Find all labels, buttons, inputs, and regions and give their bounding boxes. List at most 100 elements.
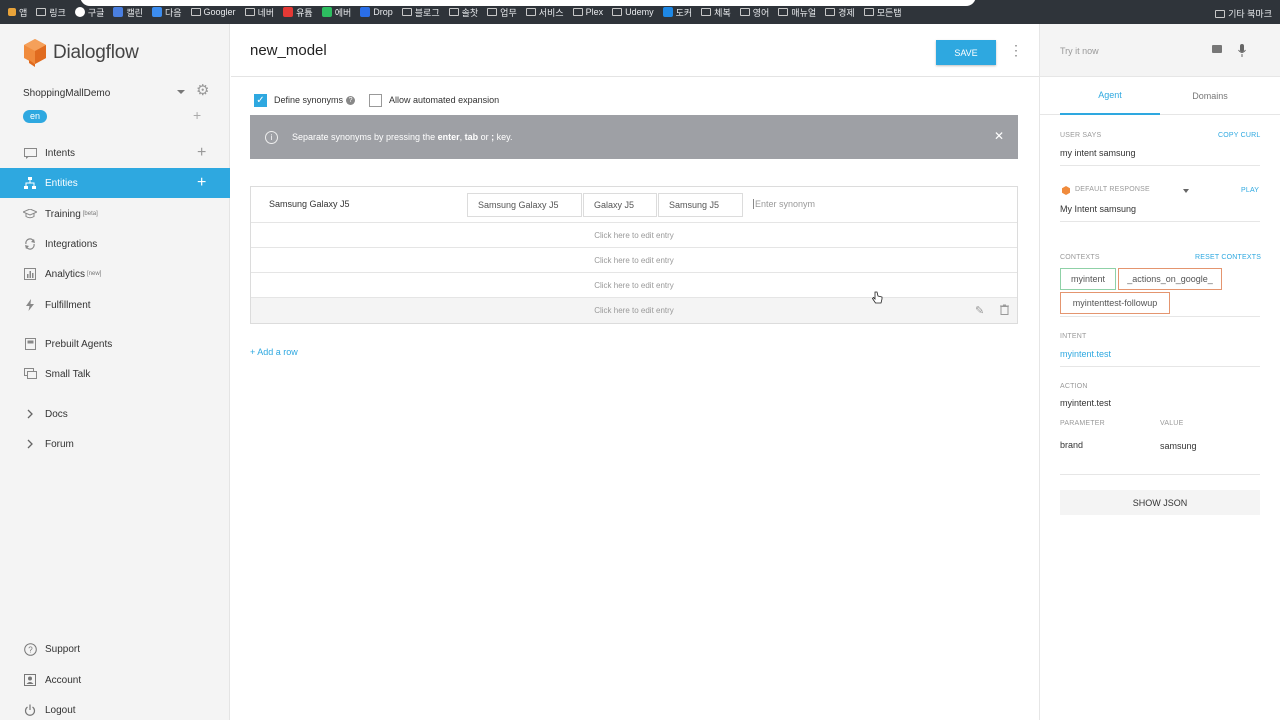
pencil-icon[interactable]: ✎	[975, 304, 984, 317]
sidebar-item-training[interactable]: Training [beta]	[0, 199, 230, 229]
sidebar-item-forum[interactable]: Forum	[0, 429, 230, 459]
folder-icon	[190, 8, 201, 16]
add-intent-icon[interactable]: +	[197, 144, 206, 162]
gear-icon[interactable]: ⚙	[196, 83, 209, 98]
synonym-input[interactable]: Enter synonym	[753, 199, 815, 209]
synonym-chip[interactable]: Galaxy J5	[583, 193, 657, 217]
reset-contexts-link[interactable]: RESET CONTEXTS	[1195, 254, 1261, 261]
entries-table: Samsung Galaxy J5 Samsung Galaxy J5 Gala…	[250, 186, 1018, 324]
entry-row[interactable]: Samsung Galaxy J5 Samsung Galaxy J5 Gala…	[251, 187, 1017, 223]
integrations-icon	[23, 237, 37, 251]
bookmark-item[interactable]: 솔찻	[448, 6, 478, 19]
bookmark-label: 네버	[257, 7, 275, 18]
divider	[1060, 221, 1260, 222]
sidebar-item-entities[interactable]: Entities +	[0, 168, 230, 198]
value-label: VALUE	[1160, 420, 1184, 427]
agent-selector[interactable]: ShoppingMallDemo ⚙	[23, 83, 213, 100]
allow-expansion-checkbox[interactable]	[369, 93, 383, 107]
bookmark-item[interactable]: 네버	[244, 6, 275, 19]
sidebar-item-docs[interactable]: Docs	[0, 399, 230, 429]
microphone-icon[interactable]	[1238, 44, 1246, 58]
bookmark-item[interactable]: 도커	[662, 6, 692, 19]
divider	[1060, 366, 1260, 367]
empty-entry-row[interactable]: Click here to edit entry	[251, 223, 1017, 248]
sidebar-item-prebuilt-agents[interactable]: Prebuilt Agents	[0, 329, 230, 359]
empty-entry-label: Click here to edit entry	[594, 255, 674, 265]
bookmark-item[interactable]: Udemy	[612, 7, 654, 17]
bookmark-item[interactable]: 업무	[487, 6, 517, 19]
bookmark-label: Googler	[203, 7, 236, 17]
parameter-value: samsung	[1160, 441, 1197, 451]
add-row-link[interactable]: + Add a row	[250, 347, 298, 357]
bookmark-item[interactable]: 체복	[701, 6, 731, 19]
bookmark-item[interactable]: 캘린	[113, 6, 143, 19]
show-json-button[interactable]: SHOW JSON	[1060, 490, 1260, 515]
keyboard-icon[interactable]	[1212, 45, 1222, 53]
bookmark-item[interactable]: Plex	[572, 7, 603, 17]
bookmark-apps[interactable]: 앱	[8, 6, 27, 19]
sidebar-item-analytics[interactable]: Analytics [new]	[0, 259, 230, 289]
sidebar-item-small-talk[interactable]: Small Talk	[0, 359, 230, 389]
play-link[interactable]: PLAY	[1241, 187, 1259, 194]
entity-name[interactable]: new_model	[250, 42, 327, 59]
bookmark-item[interactable]: 매뉴얼	[778, 6, 816, 19]
more-vert-icon[interactable]: ⋮	[1009, 43, 1023, 57]
tab-agent[interactable]: Agent	[1060, 77, 1160, 115]
bookmark-label: 업무	[500, 7, 517, 18]
bookmark-item[interactable]: Drop	[360, 7, 393, 17]
sidebar-item-integrations[interactable]: Integrations	[0, 229, 230, 259]
sidebar-item-intents[interactable]: Intents +	[0, 138, 230, 168]
intent-link[interactable]: myintent.test	[1060, 349, 1111, 359]
try-it-now-input[interactable]: Try it now	[1060, 46, 1099, 56]
other-bookmarks[interactable]: 기타 북마크	[1215, 7, 1272, 20]
chevron-down-icon[interactable]	[177, 90, 185, 94]
bookmark-item[interactable]: 다음	[151, 6, 182, 19]
bookmark-label: 블로그	[414, 7, 440, 18]
sidebar-item-account[interactable]: Account	[0, 665, 230, 695]
save-button[interactable]: SAVE	[936, 40, 996, 65]
sidebar-item-support[interactable]: ? Support	[0, 634, 230, 664]
banner-text: Separate synonyms by pressing the enter,…	[292, 132, 512, 142]
synonym-chip[interactable]: Samsung Galaxy J5	[467, 193, 582, 217]
bookmark-item[interactable]: 모든탭	[863, 6, 902, 19]
trash-icon[interactable]	[1000, 304, 1009, 315]
reference-value[interactable]: Samsung Galaxy J5	[269, 199, 350, 209]
synonym-chip[interactable]: Samsung J5	[658, 193, 743, 217]
folder-icon	[612, 8, 623, 16]
bookmark-item[interactable]: 에버	[321, 6, 351, 19]
empty-entry-row[interactable]: Click here to edit entry	[251, 273, 1017, 298]
bookmark-item[interactable]: 서비스	[525, 6, 564, 19]
empty-entry-label: Click here to edit entry	[594, 230, 674, 240]
chevron-right-icon	[23, 407, 37, 421]
contexts-label: CONTEXTS	[1060, 254, 1100, 261]
bookmark-item[interactable]: Googler	[190, 7, 236, 17]
main-content: new_model SAVE ⋮ ✓ Define synonyms ? All…	[231, 24, 1039, 720]
sidebar-item-fulfillment[interactable]: Fulfillment	[0, 290, 230, 320]
help-icon[interactable]: ?	[346, 95, 356, 105]
entities-icon	[23, 176, 37, 190]
empty-entry-row[interactable]: Click here to edit entry ✎	[251, 298, 1017, 323]
dialogflow-logo[interactable]: Dialogflow	[23, 38, 139, 68]
add-language-icon[interactable]: +	[193, 107, 201, 123]
copy-curl-link[interactable]: COPY CURL	[1218, 132, 1261, 139]
language-pill[interactable]: en	[23, 110, 48, 123]
empty-entry-label: Click here to edit entry	[594, 306, 674, 315]
sidebar-item-logout[interactable]: Logout	[0, 695, 230, 720]
bookmark-item[interactable]: 구글	[74, 6, 104, 19]
bookmark-item[interactable]: 경제	[825, 6, 855, 19]
intents-icon	[23, 146, 37, 160]
close-icon[interactable]: ✕	[994, 129, 1004, 143]
bookmark-item[interactable]: 블로그	[401, 6, 440, 19]
parameter-name: brand	[1060, 440, 1084, 450]
chevron-down-icon[interactable]	[1183, 189, 1189, 193]
empty-entry-row[interactable]: Click here to edit entry	[251, 248, 1017, 273]
bookmark-item[interactable]: 영어	[739, 6, 769, 19]
add-entity-icon[interactable]: +	[197, 174, 206, 192]
define-synonyms-checkbox[interactable]: ✓	[254, 93, 267, 107]
sidebar-item-label: Prebuilt Agents	[45, 338, 113, 350]
bookmark-item[interactable]: 유튭	[283, 6, 313, 19]
address-bar[interactable]	[80, 0, 976, 6]
bookmark-item[interactable]: 링크	[36, 6, 66, 19]
tab-domains[interactable]: Domains	[1160, 77, 1260, 115]
sidebar-item-label: Training	[45, 208, 81, 220]
